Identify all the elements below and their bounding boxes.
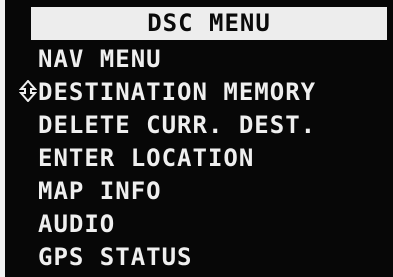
dsc-screen: DSC MENU NAV MENU DESTINATION MEMORY DEL… — [5, 0, 393, 277]
page-title: DSC MENU — [147, 9, 271, 37]
up-down-selector-icon — [19, 80, 37, 102]
title-bar: DSC MENU — [31, 7, 387, 40]
menu-item-audio[interactable]: AUDIO — [38, 209, 115, 239]
menu-item-gps-status[interactable]: GPS STATUS — [38, 242, 193, 272]
menu-item-nav-menu[interactable]: NAV MENU — [38, 44, 162, 74]
menu-item-delete-current-destination[interactable]: DELETE CURR. DEST. — [38, 110, 316, 140]
menu-item-enter-location[interactable]: ENTER LOCATION — [38, 143, 254, 173]
menu-item-map-info[interactable]: MAP INFO — [38, 176, 162, 206]
menu-item-destination-memory[interactable]: DESTINATION MEMORY — [38, 77, 316, 107]
